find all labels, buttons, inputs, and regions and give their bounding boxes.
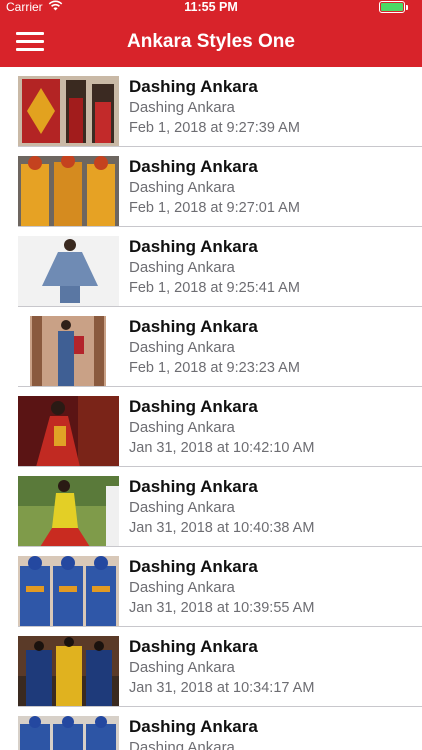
thumbnail-image [18,316,119,387]
item-title: Dashing Ankara [129,717,258,736]
list-item[interactable]: Dashing Ankara Dashing Ankara Feb 1, 201… [0,67,422,147]
list-item[interactable]: Dashing Ankara Dashing Ankara Feb 1, 201… [0,307,422,387]
item-subtitle: Dashing Ankara [129,579,235,596]
item-date: Feb 1, 2018 at 9:27:39 AM [129,120,300,136]
list-item[interactable]: Dashing Ankara Dashing Ankara Jan 31, 20… [0,467,422,547]
item-date: Jan 31, 2018 at 10:40:38 AM [129,520,315,536]
app-screen: Carrier 11:55 PM Ankara Styles One Dashi… [0,0,422,750]
item-title: Dashing Ankara [129,317,258,336]
navigation-bar: Ankara Styles One [0,22,422,66]
item-subtitle: Dashing Ankara [129,259,235,276]
thumbnail-image [18,396,119,467]
item-subtitle: Dashing Ankara [129,339,235,356]
item-date: Jan 31, 2018 at 10:42:10 AM [129,440,315,456]
header: Carrier 11:55 PM Ankara Styles One [0,0,422,67]
list-item[interactable]: Dashing Ankara Dashing Ankara [0,707,422,750]
item-date: Feb 1, 2018 at 9:23:23 AM [129,360,300,376]
list-item[interactable]: Dashing Ankara Dashing Ankara Jan 31, 20… [0,387,422,467]
status-time: 11:55 PM [184,0,238,14]
list-item[interactable]: Dashing Ankara Dashing Ankara Feb 1, 201… [0,227,422,307]
item-date: Feb 1, 2018 at 9:25:41 AM [129,280,300,296]
item-subtitle: Dashing Ankara [129,739,235,750]
list-item[interactable]: Dashing Ankara Dashing Ankara Feb 1, 201… [0,147,422,227]
item-title: Dashing Ankara [129,557,258,576]
item-subtitle: Dashing Ankara [129,99,235,116]
styles-list: Dashing Ankara Dashing Ankara Feb 1, 201… [0,67,422,750]
item-title: Dashing Ankara [129,157,258,176]
item-title: Dashing Ankara [129,77,258,96]
thumbnail-image [18,636,119,707]
item-subtitle: Dashing Ankara [129,499,235,516]
thumbnail-image [18,716,119,750]
thumbnail-image [18,476,119,547]
item-date: Jan 31, 2018 at 10:39:55 AM [129,600,315,616]
item-date: Jan 31, 2018 at 10:34:17 AM [129,680,315,696]
thumbnail-image [18,236,119,307]
item-title: Dashing Ankara [129,397,258,416]
thumbnail-image [18,156,119,227]
item-title: Dashing Ankara [129,477,258,496]
item-subtitle: Dashing Ankara [129,179,235,196]
item-subtitle: Dashing Ankara [129,659,235,676]
item-title: Dashing Ankara [129,637,258,656]
list-item[interactable]: Dashing Ankara Dashing Ankara Jan 31, 20… [0,627,422,707]
status-bar: Carrier 11:55 PM [0,0,422,14]
list-item[interactable]: Dashing Ankara Dashing Ankara Jan 31, 20… [0,547,422,627]
battery-icon [379,1,408,13]
thumbnail-image [18,76,119,147]
item-date: Feb 1, 2018 at 9:27:01 AM [129,200,300,216]
thumbnail-image [18,556,119,627]
page-title: Ankara Styles One [127,31,295,52]
item-title: Dashing Ankara [129,237,258,256]
item-subtitle: Dashing Ankara [129,419,235,436]
